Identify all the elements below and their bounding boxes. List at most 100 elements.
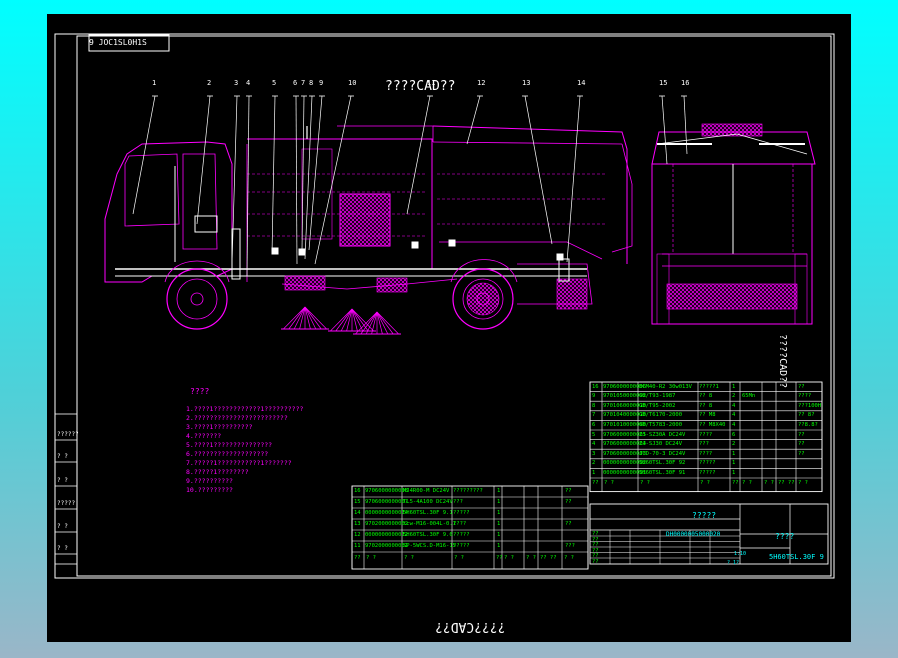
cab-box-detail [194, 215, 218, 233]
bom-left-name: ??? [453, 499, 463, 505]
bom-right-header: ?? [732, 480, 739, 486]
left-strip-label: ? ? [57, 477, 68, 484]
bom-left-header: ?? [354, 555, 361, 561]
callout-leader-15 [661, 95, 668, 165]
callout-leader-6 [295, 95, 298, 265]
bom-right-spec: JTD-70-3 DC24V [639, 450, 686, 457]
bom-right-name: ????? [699, 460, 716, 467]
bom-left-code: 0000000000014 [365, 510, 409, 516]
bom-left-no: 16 [354, 488, 361, 494]
bom-right-spec: GB/T93-1987 [639, 393, 676, 400]
bom-left-code: 9702000000002 [365, 521, 409, 527]
bom-left-header: ? ? [564, 555, 574, 561]
brush-center-bristle [351, 308, 364, 332]
bom-right-name: ?? 8 [699, 402, 713, 409]
bom-right-name: ???? [699, 450, 713, 457]
tank-top-rail [337, 125, 434, 142]
bom-right-qty: 1 [732, 460, 736, 467]
marker-3 [448, 239, 456, 247]
marker-4 [556, 253, 564, 261]
bom-left-spec: SP-5WCS.D-M16-15 [403, 543, 456, 549]
callout-leader-13 [524, 95, 553, 245]
callout-leader-16 [683, 95, 688, 155]
bom-right-no: 1 [592, 469, 596, 476]
bom-right-spec: BCM40-R2 30w013V [639, 383, 692, 390]
bom-left-name: ????????? [453, 488, 483, 494]
hopper-top [432, 125, 628, 264]
bom-right-name: ?? M8 [699, 412, 716, 419]
brush-left-bristle [283, 306, 306, 330]
callout-leader-12 [466, 95, 481, 145]
bom-right-spec: ZJ-SZ30A DC24V [639, 431, 686, 438]
bom-right-spec: GB/T5783-2000 [639, 421, 683, 428]
bom-right-header: ? ? [700, 480, 710, 486]
marker-0 [271, 247, 279, 255]
rear-bumper [662, 253, 807, 267]
note-item: 10.????????? [186, 486, 233, 494]
bom-right-spec: GB/T6170-2000 [639, 412, 683, 419]
callout-leader-11 [406, 95, 431, 215]
bom-right-mat: 65Mn [742, 393, 756, 400]
callout-12: 12 [477, 79, 486, 87]
bom-right-rem: ?? [798, 441, 805, 448]
watermark-right: ????CAD?? [777, 334, 788, 389]
brush-mount [284, 275, 326, 291]
note-item: 1.????1????????????1?????????? [186, 405, 304, 413]
front-wheel-outer [166, 268, 228, 330]
bom-right-qty: 4 [732, 402, 736, 409]
bom-right-qty: 4 [732, 412, 736, 419]
bom-left-no: 13 [354, 521, 361, 527]
bom-left-header: ? ? [526, 555, 536, 561]
bom-right-no: 3 [592, 450, 596, 457]
callout-3: 3 [234, 79, 239, 87]
brush-mid-bristle [376, 311, 389, 335]
bom-right-spec: ZJ-SJ30 DC24V [639, 441, 683, 448]
bom-left-header: ? ? [454, 555, 464, 561]
callout-1: 1 [152, 79, 157, 87]
bom-left-qty: 1 [497, 510, 501, 516]
bom-right-no: 8 [592, 402, 596, 409]
callout-leader-8 [304, 95, 313, 260]
cab-window [124, 153, 180, 227]
note-item: 5.????1??????????????? [186, 441, 273, 449]
callout-leader-5 [271, 95, 276, 255]
bom-right-rem: ?? [798, 431, 805, 438]
bom-right-header: ?? ?? [778, 480, 795, 486]
note-item: 9.?????????? [186, 477, 233, 485]
callout-4: 4 [246, 79, 251, 87]
bom-left-code: 9706000000008 [365, 488, 409, 494]
rear-axle [666, 283, 798, 310]
rear-view-beacon [701, 123, 763, 137]
marker-2 [411, 241, 419, 249]
bom-right-name: ????? [699, 469, 716, 476]
rear-lamp [558, 258, 570, 282]
tank-ribs [247, 173, 427, 237]
note-item: 7.?????1???????????1??????? [186, 459, 292, 467]
brush-mid-bristle [376, 311, 399, 335]
bom-left-qty: 1 [497, 499, 501, 505]
rear-wheel-hatch [466, 282, 500, 316]
note-item: 3.????1?????????? [186, 423, 253, 431]
bom-left-rem: ??? [565, 543, 575, 549]
cab-outline [104, 141, 233, 283]
callout-leader-2 [196, 95, 211, 225]
bom-left-code: 9702000000001 [365, 543, 409, 549]
bom-left-qty: 1 [497, 532, 501, 538]
callout-5: 5 [272, 79, 277, 87]
bom-left-no: 15 [354, 499, 361, 505]
bom-right-qty: 4 [732, 421, 736, 428]
brush-left-bristle [304, 306, 317, 330]
bom-right-name: ?? 8 [699, 393, 713, 400]
bom-left-qty: 1 [497, 488, 501, 494]
bom-right-name: ???? [699, 431, 713, 438]
bom-right-header: ?? [592, 480, 599, 486]
bom-left-header: ?? ?? [540, 555, 557, 561]
bom-left-name: ???? [453, 521, 467, 527]
callout-2: 2 [207, 79, 212, 87]
watermark-bottom: ????CAD?? [435, 619, 506, 634]
callout-10: 10 [348, 79, 357, 87]
title-scale: 1:10 [734, 551, 747, 557]
left-strip-label: ? ? [57, 545, 68, 552]
title-drawing-name: ????? [692, 511, 717, 520]
bom-left-spec: 5H60TSL.30F 9.1 [403, 510, 453, 516]
